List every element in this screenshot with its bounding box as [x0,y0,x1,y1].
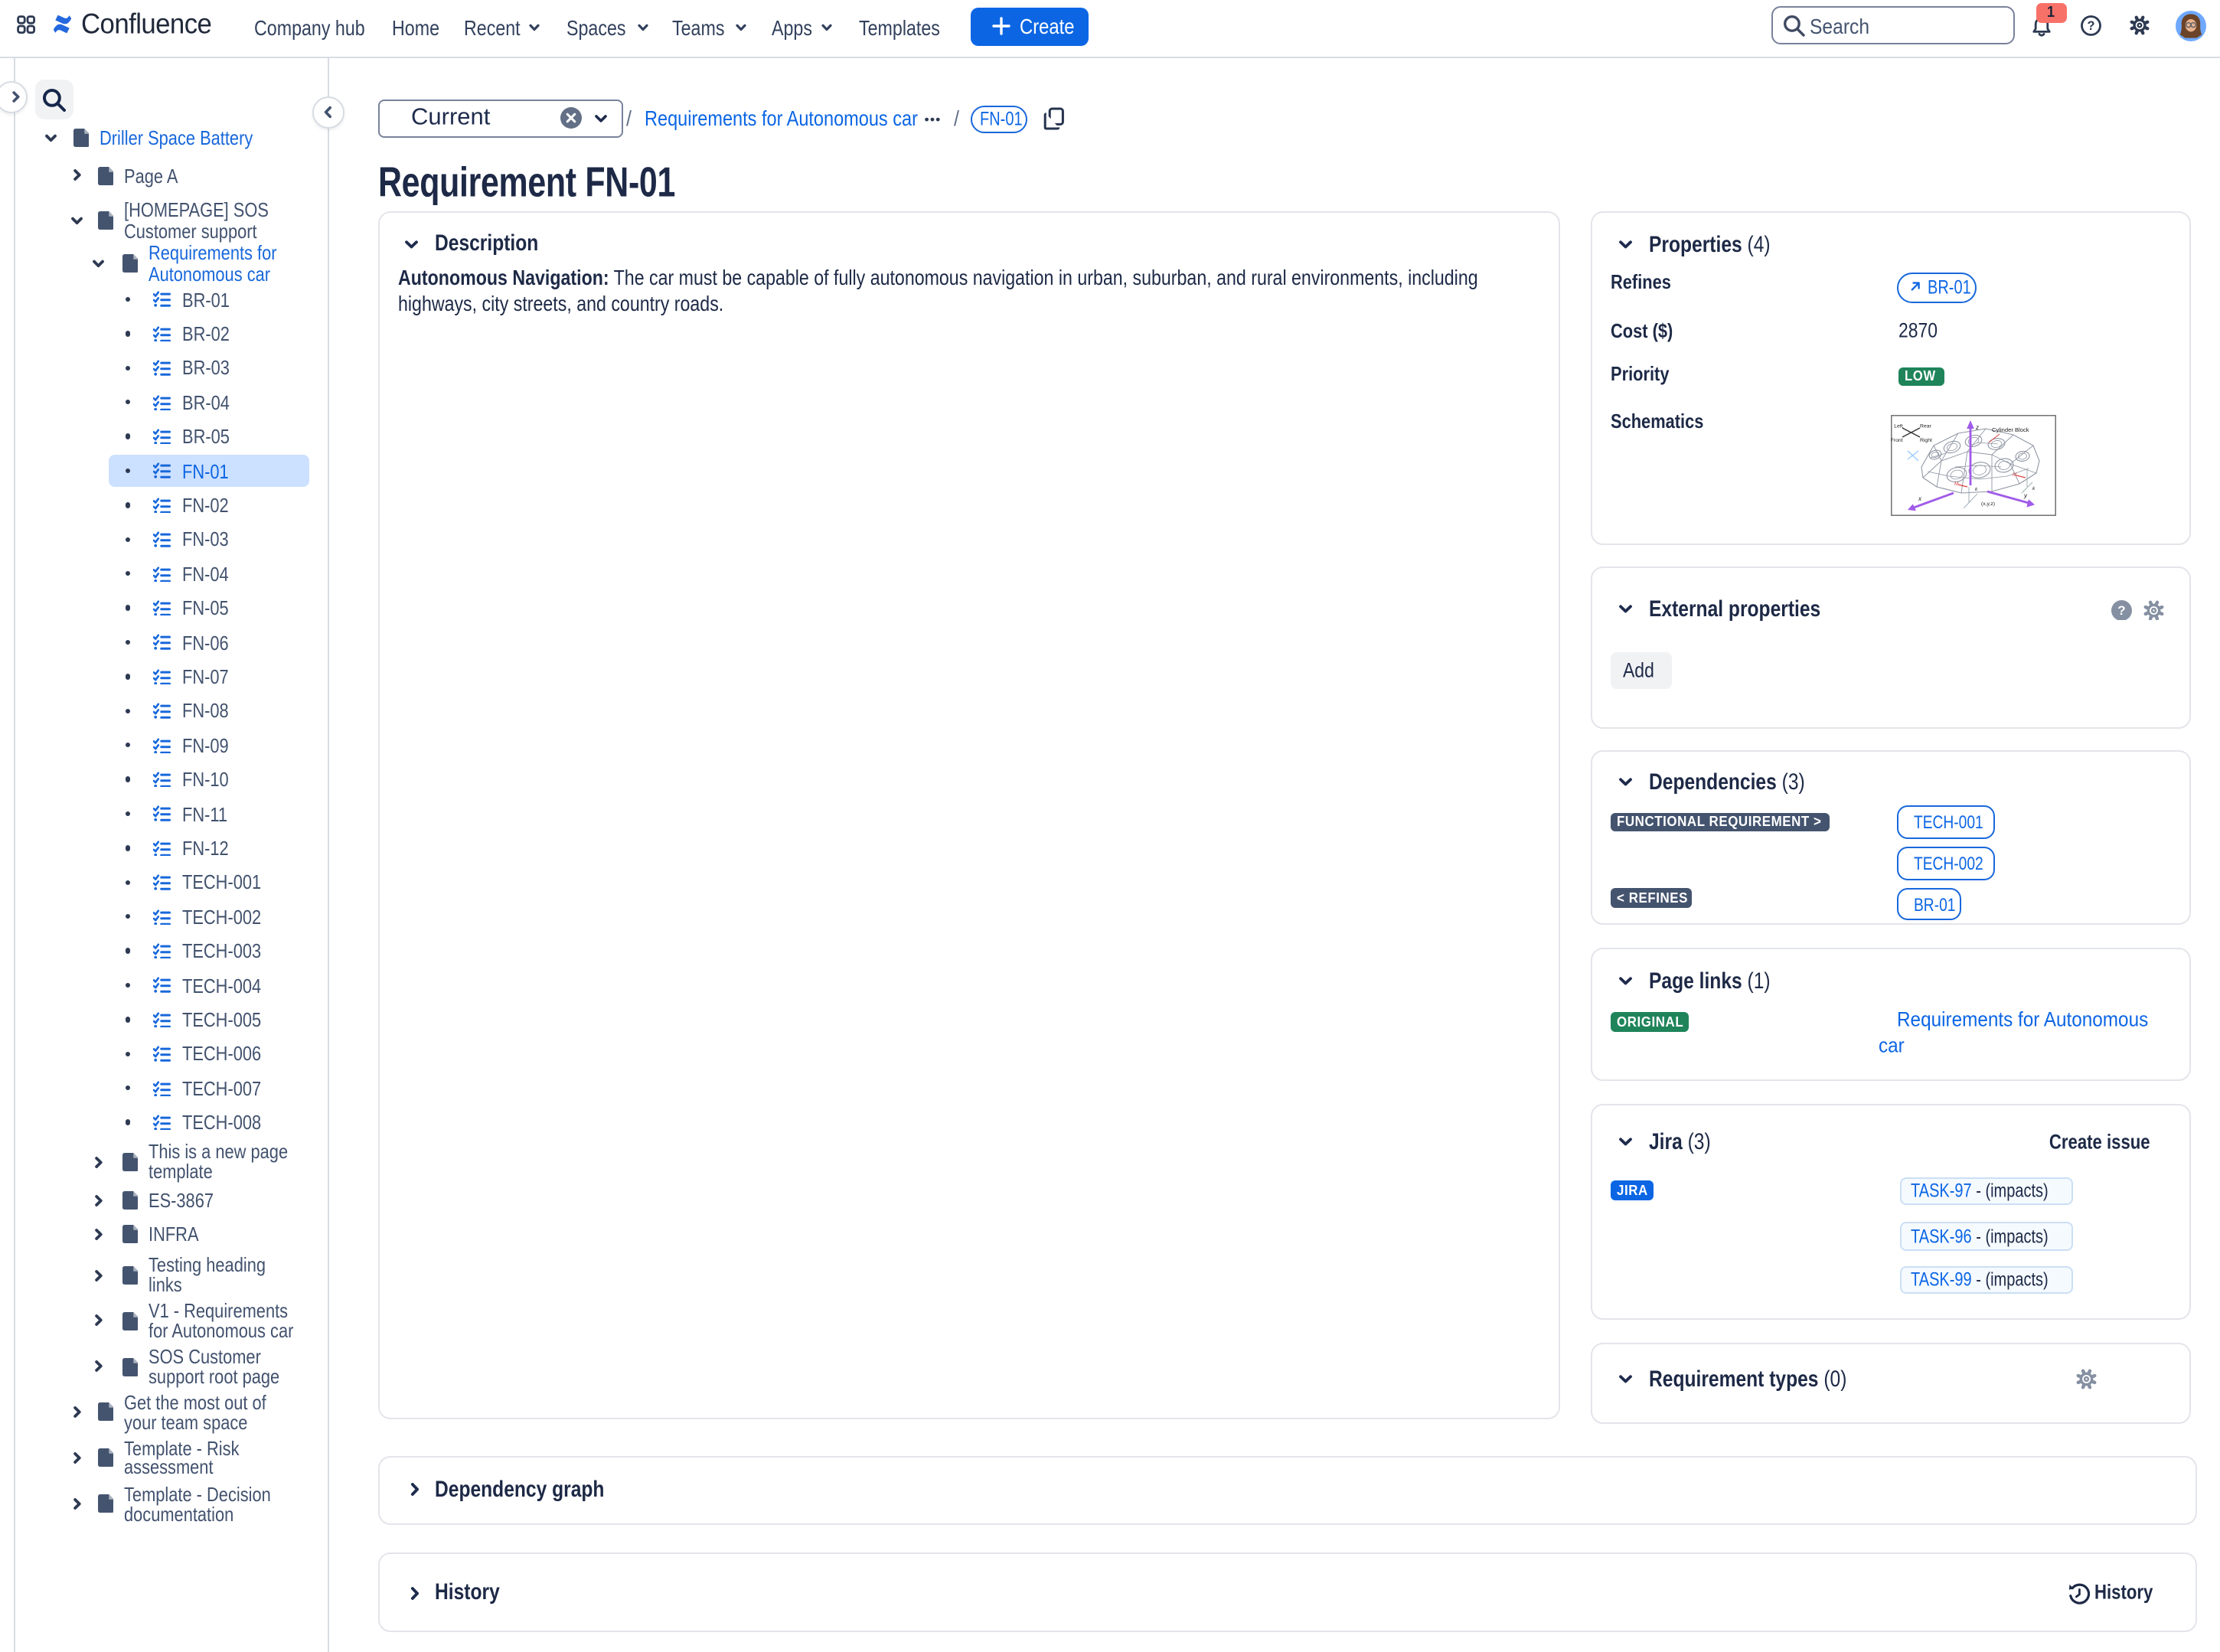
svg-text:?: ? [2087,19,2094,33]
svg-text:?: ? [2118,602,2126,617]
svg-text:(x,y,z): (x,y,z) [1980,501,1994,506]
svg-text:Cylinder Block: Cylinder Block [1991,426,2029,433]
svg-text:Front: Front [1890,437,1902,442]
svg-text:M: M [1954,481,1958,486]
svg-text:Left: Left [1893,423,1902,428]
svg-text:z: z [1974,423,1978,430]
svg-text:M: M [2012,472,2016,477]
svg-text:Right: Right [1919,437,1931,442]
svg-text:Rear: Rear [1919,423,1931,428]
